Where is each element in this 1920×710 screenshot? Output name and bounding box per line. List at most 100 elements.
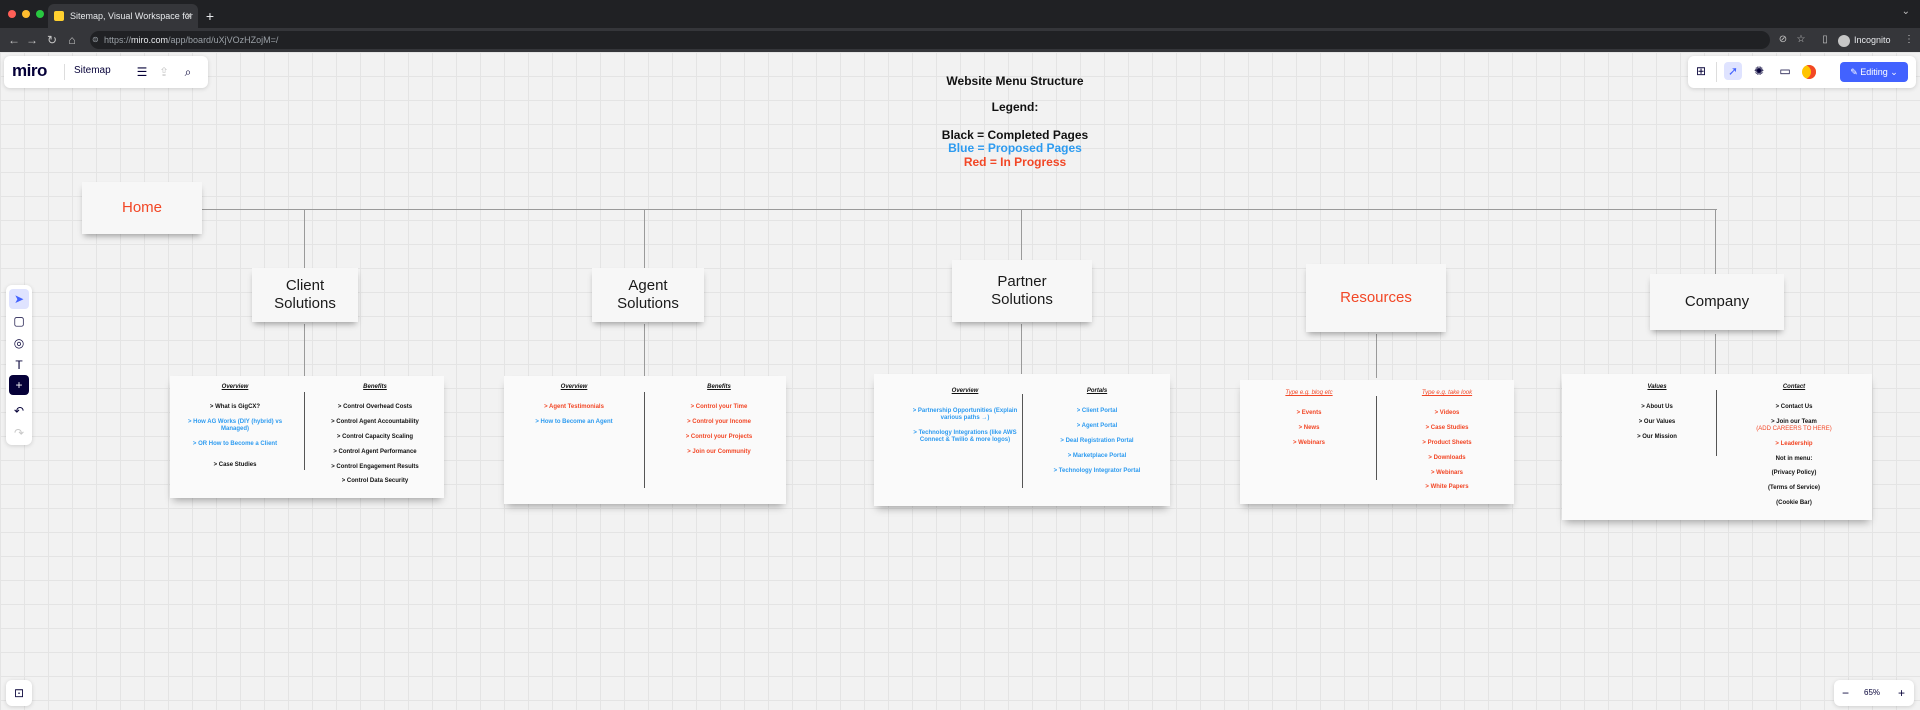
undo-icon[interactable]: ↶	[9, 401, 29, 421]
back-icon[interactable]: ←	[6, 32, 22, 48]
company-doc-divider	[1716, 390, 1717, 456]
forward-icon[interactable]: →	[24, 32, 40, 48]
chevron-down-icon: ⌄	[1887, 67, 1898, 77]
resources-item-downloads: > Downloads	[1428, 454, 1466, 461]
partner-portals-header: Portals	[1086, 388, 1108, 394]
miro-logo[interactable]: miro	[12, 61, 47, 81]
editing-label: Editing	[1860, 67, 1888, 77]
new-tab-button[interactable]: +	[198, 4, 222, 28]
tab-search-icon[interactable]: ⌄	[1902, 6, 1910, 17]
client-item-how-ag-works: > How AG Works (DIY (hybrid) vs Managed)	[187, 418, 283, 432]
company-item-about: > About Us	[1641, 404, 1673, 410]
node-partner-label: Partner Solutions	[991, 273, 1053, 309]
eye-off-icon[interactable]: ⊘	[1776, 33, 1790, 47]
board-name[interactable]: Sitemap	[74, 65, 111, 76]
incognito-indicator[interactable]: Incognito	[1838, 32, 1891, 48]
toolbar-divider	[1716, 62, 1717, 82]
miro-favicon-icon	[54, 11, 64, 21]
connector-resources-doc[interactable]	[1376, 334, 1377, 378]
partner-portals-col: Portals > Client Portal > Agent Portal >…	[1034, 388, 1160, 482]
zoom-level[interactable]: 65%	[1864, 680, 1880, 706]
resources-doc[interactable]: Type e.g. blog etc > Events > News > Web…	[1240, 380, 1514, 504]
partner-item-integrations: > Technology Integrations (like AWS Conn…	[913, 429, 1017, 443]
sitemap-title[interactable]: Website Menu Structure	[900, 74, 1130, 88]
menu-icon[interactable]: ☰	[134, 64, 150, 80]
reload-icon[interactable]: ↻	[44, 32, 60, 48]
connector-client-doc[interactable]	[304, 324, 305, 376]
resources-item-events: > Events	[1296, 410, 1322, 416]
tab-close-icon[interactable]: ×	[186, 4, 192, 28]
reactions-icon[interactable]: ✺	[1750, 62, 1768, 80]
header-divider	[64, 64, 65, 80]
connector-company[interactable]	[1715, 209, 1716, 284]
text-icon[interactable]: T	[9, 355, 29, 375]
company-doc[interactable]: Values > About Us > Our Values > Our Mis…	[1562, 374, 1872, 520]
sidebar-icon[interactable]: ▯	[1818, 33, 1832, 47]
browser-address-bar: ← → ↻ ⌂ ⊜ https://miro.com/app/board/uXj…	[0, 28, 1920, 52]
url-path: /app/board/uXjVOzHZojM=/	[168, 35, 279, 45]
node-home[interactable]: Home	[82, 182, 202, 234]
add-more-icon[interactable]: +	[9, 375, 29, 395]
node-company[interactable]: Company	[1650, 274, 1784, 330]
legend-blue[interactable]: Blue = Proposed Pages	[900, 141, 1130, 155]
legend-label[interactable]: Legend:	[900, 100, 1130, 114]
board-canvas[interactable]: miro Sitemap ☰ ⇪ ⌕ ⊞ ➚ ✺ ▭ ✎ Editing ⌄ ➤…	[0, 52, 1920, 710]
connector-partner-doc[interactable]	[1021, 324, 1022, 374]
browser-tab-bar: Sitemap, Visual Workspace for × + ⌄	[0, 0, 1920, 28]
browser-menu-icon[interactable]: ⋮	[1902, 33, 1916, 47]
node-resources[interactable]: Resources	[1306, 264, 1446, 332]
client-solutions-doc[interactable]: Overview > What is GigCX? > How AG Works…	[170, 376, 444, 498]
company-contact-header: Contact	[1782, 384, 1806, 390]
redo-icon[interactable]: ↷	[9, 423, 29, 443]
connector-main[interactable]	[164, 209, 1717, 210]
cursor-icon[interactable]: ➚	[1724, 62, 1742, 80]
company-item-join-team: > Join our Team	[1771, 418, 1817, 425]
resources-item-news: > News	[1298, 424, 1320, 431]
partner-portal-2: > Agent Portal	[1076, 422, 1118, 429]
apps-icon[interactable]: ⊞	[1692, 62, 1710, 80]
client-benefit-4: > Control Agent Performance	[333, 448, 417, 455]
frames-icon[interactable]: ⊡	[6, 680, 32, 706]
zoom-controls: − 65% +	[1834, 680, 1914, 706]
resources-item-case-studies: > Case Studies	[1425, 424, 1469, 431]
connector-agent-doc[interactable]	[644, 324, 645, 376]
search-icon[interactable]: ⌕	[180, 64, 196, 80]
company-values-col: Values > About Us > Our Values > Our Mis…	[1602, 384, 1712, 449]
editing-button[interactable]: ✎ Editing ⌄	[1840, 62, 1908, 82]
agent-item-testimonials: > Agent Testimonials	[544, 404, 604, 410]
minimize-window-button[interactable]	[22, 10, 30, 18]
partner-solutions-doc[interactable]: Overview > Partnership Opportunities (Ex…	[874, 374, 1170, 506]
maximize-window-button[interactable]	[36, 10, 44, 18]
company-item-leadership: > Leadership	[1775, 440, 1813, 447]
legend-black[interactable]: Black = Completed Pages	[900, 128, 1130, 142]
export-icon[interactable]: ⇪	[156, 64, 172, 80]
node-client-line2: Solutions	[274, 295, 336, 312]
user-avatar[interactable]	[1800, 62, 1818, 80]
zoom-in-button[interactable]: +	[1898, 680, 1905, 706]
bookmark-star-icon[interactable]: ☆	[1794, 33, 1808, 47]
node-agent-solutions[interactable]: Agent Solutions	[592, 268, 704, 322]
close-window-button[interactable]	[8, 10, 16, 18]
home-icon[interactable]: ⌂	[64, 32, 80, 48]
url-field[interactable]: ⊜ https://miro.com/app/board/uXjVOzHZojM…	[90, 31, 1770, 49]
zoom-out-button[interactable]: −	[1842, 680, 1849, 706]
site-info-icon[interactable]: ⊜	[92, 31, 99, 49]
company-not-in-menu: Not in menu:	[1775, 455, 1813, 462]
client-overview-col: Overview > What is GigCX? > How AG Works…	[180, 384, 290, 476]
shapes-icon[interactable]: ◎	[9, 333, 29, 353]
client-item-what-is: > What is GigCX?	[209, 404, 261, 410]
client-doc-divider	[304, 392, 305, 470]
node-partner-solutions[interactable]: Partner Solutions	[952, 260, 1092, 322]
node-client-solutions[interactable]: Client Solutions	[252, 268, 358, 322]
company-extra-privacy: (Privacy Policy)	[1771, 470, 1817, 477]
agent-benefit-3: > Control your Projects	[685, 433, 753, 440]
sticky-note-icon[interactable]: ▢	[9, 311, 29, 331]
browser-tab[interactable]: Sitemap, Visual Workspace for ×	[48, 4, 198, 28]
agent-solutions-doc[interactable]: Overview > Agent Testimonials > How to B…	[504, 376, 786, 504]
legend-red[interactable]: Red = In Progress	[900, 155, 1130, 169]
select-icon[interactable]: ➤	[9, 289, 29, 309]
company-item-mission: > Our Mission	[1637, 433, 1677, 440]
comment-icon[interactable]: ▭	[1776, 62, 1794, 80]
partner-overview-col: Overview > Partnership Opportunities (Ex…	[912, 388, 1018, 452]
connector-company-doc[interactable]	[1715, 334, 1716, 376]
